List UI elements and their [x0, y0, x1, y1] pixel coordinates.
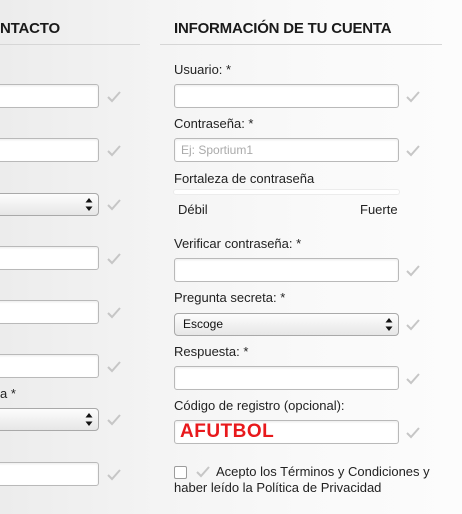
check-icon: [107, 361, 121, 373]
updown-arrows-icon: [85, 198, 93, 211]
updown-arrows-icon: [385, 318, 393, 331]
contact-field-2[interactable]: [0, 138, 99, 162]
verify-password-label: Verificar contraseña: *: [174, 236, 302, 251]
password-input[interactable]: [174, 138, 399, 162]
account-section: INFORMACIÓN DE TU CUENTA Usuario: * Cont…: [160, 0, 462, 514]
contact-partial-label: a *: [0, 386, 16, 401]
check-icon: [107, 145, 121, 157]
secret-question-label: Pregunta secreta: *: [174, 290, 286, 305]
terms-text: Acepto los Términos y Condiciones y habe…: [174, 464, 430, 495]
registration-code-label: Código de registro (opcional):: [174, 398, 345, 413]
contact-field-1[interactable]: [0, 84, 99, 108]
strength-strong-label: Fuerte: [360, 202, 398, 217]
check-icon: [406, 91, 420, 103]
terms-checkbox[interactable]: [174, 466, 187, 479]
contact-select-2[interactable]: [0, 408, 99, 431]
contact-field-6[interactable]: [0, 462, 99, 486]
password-label: Contraseña: *: [174, 116, 254, 131]
verify-password-input[interactable]: [174, 258, 399, 282]
check-icon: [107, 307, 121, 319]
secret-question-selected: Escoge: [183, 317, 224, 331]
check-icon: [107, 253, 121, 265]
contact-section-divider: [0, 44, 140, 45]
contact-section: NTACTO a *: [0, 0, 150, 514]
account-section-divider: [160, 44, 442, 45]
contact-section-title: NTACTO: [0, 20, 60, 37]
check-icon: [196, 466, 210, 478]
registration-code-input[interactable]: [174, 420, 399, 444]
check-icon: [406, 265, 420, 277]
check-icon: [406, 373, 420, 385]
answer-input[interactable]: [174, 366, 399, 390]
check-icon: [107, 469, 121, 481]
password-strength-label: Fortaleza de contraseña: [174, 171, 315, 186]
check-icon: [406, 145, 420, 157]
answer-label: Respuesta: *: [174, 344, 249, 359]
check-icon: [406, 427, 420, 439]
username-label: Usuario: *: [174, 62, 232, 77]
updown-arrows-icon: [85, 413, 93, 426]
strength-weak-label: Débil: [178, 202, 208, 217]
password-strength-bar: [174, 190, 399, 194]
contact-field-3[interactable]: [0, 246, 99, 270]
contact-field-5[interactable]: [0, 354, 99, 378]
secret-question-select[interactable]: Escoge: [174, 313, 399, 336]
username-input[interactable]: [174, 84, 399, 108]
account-section-title: INFORMACIÓN DE TU CUENTA: [174, 20, 392, 37]
contact-select-1[interactable]: [0, 193, 99, 216]
check-icon: [107, 91, 121, 103]
check-icon: [107, 199, 121, 211]
contact-field-4[interactable]: [0, 300, 99, 324]
check-icon: [107, 414, 121, 426]
check-icon: [406, 319, 420, 331]
